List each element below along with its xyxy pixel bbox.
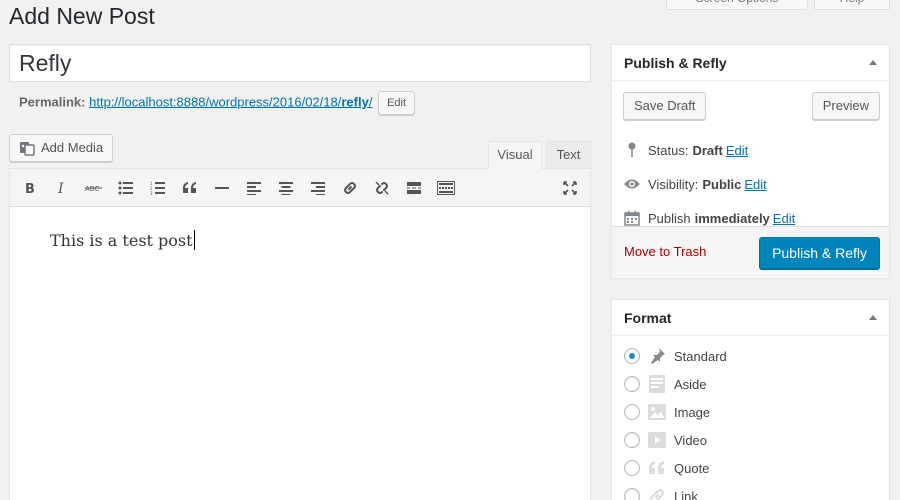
tab-visual[interactable]: Visual — [488, 141, 542, 169]
fullscreen-icon[interactable] — [554, 173, 586, 203]
blockquote-icon[interactable] — [174, 173, 206, 203]
svg-text:ABC: ABC — [85, 185, 99, 193]
publish-edit-link[interactable]: Edit — [773, 211, 795, 226]
tab-text[interactable]: Text — [546, 141, 591, 169]
visibility-label: Visibility: — [648, 176, 699, 192]
status-row: Status: Draft Edit — [612, 133, 889, 167]
post-editor: B I ABC 123 This is a test post — [9, 168, 591, 500]
quote-icon — [648, 459, 666, 477]
editor-content[interactable]: This is a test post — [10, 207, 590, 275]
status-value: Draft — [692, 142, 723, 158]
publish-label: Publish — [648, 210, 691, 226]
video-icon — [648, 431, 666, 449]
collapse-triangle-icon[interactable] — [869, 60, 877, 65]
format-options: Standard Aside Image Video Quote Link — [612, 336, 889, 500]
italic-icon[interactable]: I — [46, 173, 78, 203]
save-draft-button[interactable]: Save Draft — [623, 92, 707, 120]
horizontal-line-icon[interactable] — [206, 173, 238, 203]
publish-value: immediately — [694, 210, 770, 226]
radio-video[interactable] — [624, 432, 640, 448]
image-icon — [648, 403, 666, 421]
numbered-list-icon[interactable]: 123 — [142, 173, 174, 203]
format-option-aside[interactable]: Aside — [612, 370, 889, 398]
add-media-button[interactable]: Add Media — [9, 134, 114, 162]
screen-options-button[interactable]: Screen Options — [666, 0, 808, 10]
align-right-icon[interactable] — [302, 173, 334, 203]
publish-box: Publish & Refly Save Draft Preview Statu… — [611, 44, 890, 279]
read-more-icon[interactable] — [398, 173, 430, 203]
format-label-link: Link — [674, 488, 698, 500]
format-option-standard[interactable]: Standard — [612, 342, 889, 370]
publish-footer: Move to Trash Publish & Refly — [612, 226, 889, 278]
format-label-standard: Standard — [674, 348, 727, 364]
permalink-url-suffix: / — [368, 94, 373, 110]
radio-link[interactable] — [624, 488, 640, 500]
svg-text:3: 3 — [150, 191, 153, 195]
permalink: Permalink: http://localhost:8888/wordpre… — [19, 91, 416, 115]
format-option-image[interactable]: Image — [612, 398, 889, 426]
format-option-link[interactable]: Link — [612, 482, 889, 500]
strikethrough-icon[interactable]: ABC — [78, 173, 110, 203]
move-to-trash-link[interactable]: Move to Trash — [624, 244, 706, 259]
bold-icon[interactable]: B — [14, 173, 46, 203]
radio-aside[interactable] — [624, 376, 640, 392]
visibility-value: Public — [702, 176, 742, 192]
help-button[interactable]: Help — [814, 0, 890, 10]
format-box-header[interactable]: Format — [612, 300, 889, 336]
align-center-icon[interactable] — [270, 173, 302, 203]
aside-icon — [648, 375, 666, 393]
status-label: Status: — [648, 142, 689, 158]
text-cursor — [193, 230, 195, 250]
publish-box-header[interactable]: Publish & Refly — [612, 45, 889, 81]
permalink-link[interactable]: http://localhost:8888/wordpress/2016/02/… — [89, 94, 372, 109]
format-option-quote[interactable]: Quote — [612, 454, 889, 482]
pin-icon — [622, 142, 642, 158]
editor-toolbar: B I ABC 123 — [10, 169, 590, 207]
calendar-icon — [622, 210, 642, 226]
format-box: Format Standard Aside Image Video Quote — [611, 299, 890, 500]
publish-box-title: Publish & Refly — [624, 54, 727, 71]
publish-button[interactable]: Publish & Refly — [759, 237, 880, 269]
permalink-url-prefix: http://localhost:8888/wordpress/2016/02/… — [89, 94, 342, 110]
add-media-icon — [18, 139, 36, 157]
radio-standard[interactable] — [624, 348, 640, 364]
page-title: Add New Post — [9, 3, 155, 29]
svg-text:B: B — [25, 182, 35, 195]
add-media-label: Add Media — [41, 140, 104, 155]
remove-link-icon[interactable] — [366, 173, 398, 203]
post-body-text: This is a test post — [50, 231, 193, 250]
visibility-row: Visibility: Public Edit — [612, 167, 889, 201]
preview-button[interactable]: Preview — [811, 92, 880, 120]
format-label-quote: Quote — [674, 460, 710, 476]
format-label-video: Video — [674, 432, 708, 448]
visibility-edit-link[interactable]: Edit — [744, 177, 766, 192]
collapse-triangle-icon[interactable] — [869, 315, 877, 320]
permalink-edit-button[interactable]: Edit — [378, 91, 416, 115]
align-left-icon[interactable] — [238, 173, 270, 203]
format-option-video[interactable]: Video — [612, 426, 889, 454]
eye-icon — [622, 178, 642, 190]
pin-icon — [648, 347, 666, 365]
svg-text:I: I — [57, 181, 64, 195]
format-label-aside: Aside — [674, 376, 707, 392]
permalink-slug: refly — [341, 94, 369, 110]
bulleted-list-icon[interactable] — [110, 173, 142, 203]
format-label-image: Image — [674, 404, 711, 420]
status-edit-link[interactable]: Edit — [726, 143, 748, 158]
toolbar-toggle-icon[interactable] — [430, 173, 462, 203]
insert-link-icon[interactable] — [334, 173, 366, 203]
permalink-label: Permalink: — [19, 94, 86, 110]
link-icon — [648, 487, 666, 500]
post-title-input[interactable]: Refly — [9, 44, 591, 82]
radio-quote[interactable] — [624, 460, 640, 476]
radio-image[interactable] — [624, 404, 640, 420]
format-box-title: Format — [624, 309, 672, 326]
